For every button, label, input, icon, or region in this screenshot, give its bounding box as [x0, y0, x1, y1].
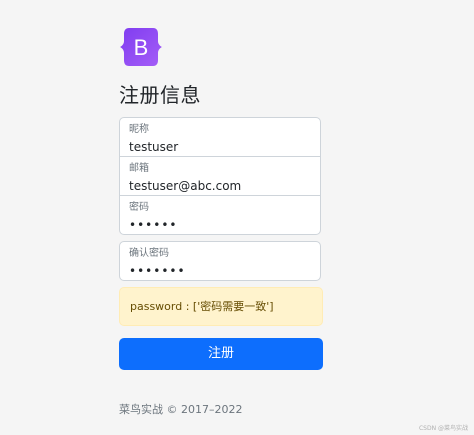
password-field[interactable]: 密码 •••••• — [119, 195, 321, 235]
email-label: 邮箱 — [129, 163, 149, 174]
confirm-password-input[interactable]: ••••••• — [129, 264, 186, 279]
logo-letter: B — [134, 35, 149, 60]
password-label: 密码 — [129, 202, 149, 213]
nickname-label: 昵称 — [129, 124, 149, 135]
watermark: CSDN @菜鸟实战 — [418, 425, 468, 432]
register-button[interactable]: 注册 — [119, 338, 323, 370]
password-input[interactable]: •••••• — [129, 218, 177, 233]
confirm-password-field[interactable]: 确认密码 ••••••• — [119, 241, 321, 281]
page-title: 注册信息 — [119, 83, 201, 107]
email-field[interactable]: 邮箱 testuser@abc.com — [119, 156, 321, 196]
confirm-password-label: 确认密码 — [129, 248, 169, 259]
validation-alert: password : ['密码需要一致'] — [119, 287, 323, 326]
footer-copyright: 菜鸟实战 © 2017–2022 — [119, 403, 243, 416]
bootstrap-logo-icon: B — [120, 27, 162, 67]
nickname-field[interactable]: 昵称 testuser — [119, 117, 321, 157]
email-input[interactable]: testuser@abc.com — [129, 179, 241, 194]
nickname-input[interactable]: testuser — [129, 140, 178, 155]
